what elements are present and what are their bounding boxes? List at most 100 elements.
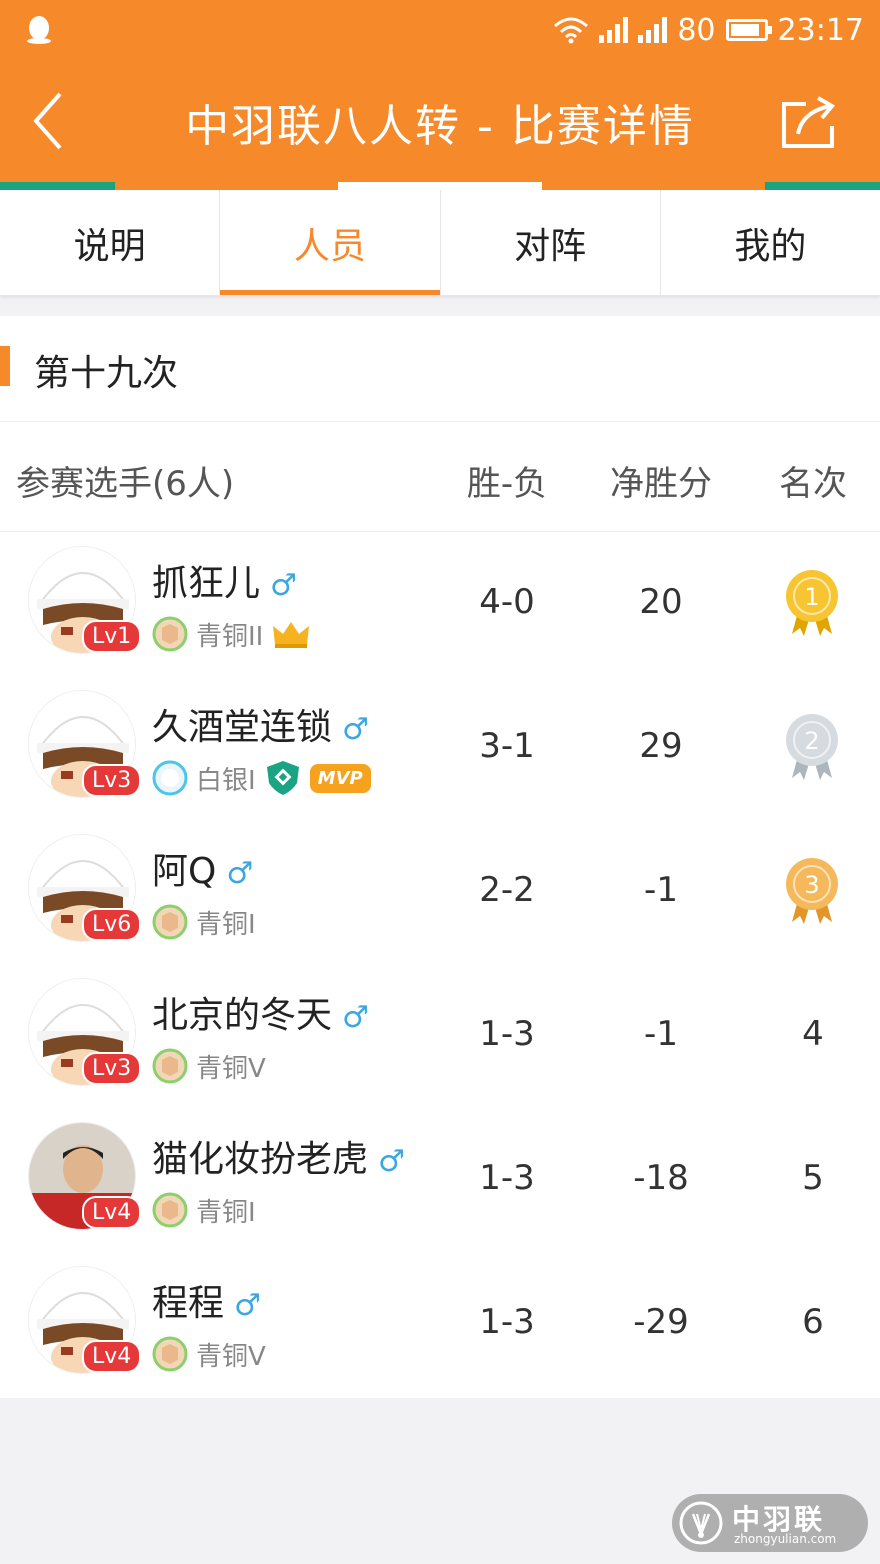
watermark: 中羽联 zhongyulian.com: [672, 1494, 868, 1552]
male-icon: ♂: [378, 1144, 405, 1179]
net-points-value: 20: [639, 582, 683, 622]
table-row[interactable]: Lv1 抓狂儿 ♂ 青铜II 4-0 20 1: [0, 532, 880, 676]
silver-medal-icon: 2: [786, 714, 838, 780]
player-name-block[interactable]: 程程 ♂: [152, 1274, 261, 1326]
status-bar: 80 23:17: [0, 0, 880, 60]
gold-medal-icon: 1: [786, 570, 838, 636]
table-row[interactable]: Lv4 猫化妆扮老虎 ♂ 青铜I 1-3 -18 5: [0, 1108, 880, 1252]
win-loss-value: 4-0: [479, 582, 535, 622]
player-name-block[interactable]: 抓狂儿 ♂: [152, 554, 297, 606]
player-name-block[interactable]: 北京的冬天 ♂: [152, 986, 369, 1038]
clock: 23:17: [777, 12, 864, 48]
battery-icon: [725, 19, 772, 41]
rank-value: 6: [802, 1302, 824, 1342]
mvp-badge: MVP: [309, 763, 371, 793]
net-points-value: 29: [639, 726, 683, 766]
tier-label: 青铜V: [196, 1341, 266, 1372]
table-row[interactable]: Lv4 程程 ♂ 青铜V 1-3 -29 6: [0, 1252, 880, 1396]
player-name-block[interactable]: 猫化妆扮老虎 ♂: [152, 1130, 405, 1182]
level-badge: Lv3: [82, 1052, 142, 1085]
tier-label: 青铜V: [196, 1053, 266, 1084]
signal-icon-1: [599, 17, 629, 43]
win-loss-value: 1-3: [479, 1014, 535, 1054]
tab-matchups[interactable]: 对阵: [441, 190, 661, 295]
tier-line: 青铜II: [152, 614, 311, 654]
header-rank: 名次: [779, 464, 847, 504]
tab-mine[interactable]: 我的: [661, 190, 880, 295]
male-icon: ♂: [342, 1000, 369, 1035]
header-players: 参赛选手(6人): [16, 464, 235, 504]
tier-line: 青铜V: [152, 1334, 266, 1374]
bronze-tier-icon: [152, 1336, 188, 1372]
back-icon[interactable]: [28, 88, 68, 154]
level-badge: Lv4: [82, 1340, 142, 1373]
tab-description[interactable]: 说明: [0, 190, 221, 295]
male-icon: ♂: [226, 856, 254, 891]
tier-line: 白银I MVP: [152, 758, 371, 798]
level-badge: Lv1: [82, 620, 142, 653]
header-bar: 中羽联八人转 - 比赛详情: [0, 60, 880, 182]
level-badge: Lv4: [82, 1196, 142, 1229]
section-title: 第十九次: [34, 353, 179, 394]
win-loss-value: 3-1: [479, 726, 535, 766]
shield-icon: [266, 761, 299, 795]
medal-rank-number: 2: [804, 727, 819, 755]
table-row[interactable]: Lv3 北京的冬天 ♂ 青铜V 1-3 -1 4: [0, 964, 880, 1108]
shuttlecock-logo-icon: [679, 1501, 723, 1545]
tier-label: 青铜I: [196, 909, 256, 940]
win-loss-value: 2-2: [479, 870, 535, 910]
silver-tier-icon: [152, 760, 188, 796]
page-title: 中羽联八人转 - 比赛详情: [185, 101, 695, 152]
net-points-value: -29: [633, 1302, 689, 1342]
male-icon: ♂: [234, 1288, 261, 1323]
signal-icon-2: [638, 17, 668, 43]
medal-rank-number: 1: [804, 583, 819, 611]
rank-value: 5: [802, 1158, 824, 1198]
tier-label: 青铜I: [196, 1197, 256, 1228]
header-win-loss: 胜-负: [466, 464, 548, 504]
rank-value: 4: [802, 1014, 824, 1054]
win-loss-value: 1-3: [479, 1302, 535, 1342]
watermark-url: zhongyulian.com: [734, 1532, 837, 1546]
player-name: 程程: [152, 1283, 225, 1324]
tier-line: 青铜I: [152, 1190, 256, 1230]
crown-icon: [273, 622, 310, 648]
net-points-value: -1: [644, 1014, 678, 1054]
bronze-tier-icon: [152, 904, 188, 940]
share-icon[interactable]: [776, 90, 840, 154]
male-icon: ♂: [270, 568, 297, 603]
win-loss-value: 1-3: [479, 1158, 535, 1198]
level-badge: Lv6: [82, 908, 142, 941]
notification-penguin-icon: [27, 16, 51, 44]
tab-notch: [338, 182, 542, 190]
tab-bar: 说明 人员 对阵 我的: [0, 190, 880, 296]
tier-label: 白银I: [196, 765, 256, 796]
male-icon: ♂: [342, 712, 369, 747]
player-name-block[interactable]: 阿Q ♂: [152, 842, 253, 894]
results-card: 第十九次 参赛选手(6人) 胜-负 净胜分 名次 Lv1 抓狂儿 ♂ 青铜II 4-0 2…: [0, 316, 880, 1398]
bronze-medal-icon: 3: [786, 858, 838, 924]
table-header: 参赛选手(6人) 胜-负 净胜分 名次: [0, 424, 880, 532]
player-name: 久酒堂连锁: [152, 707, 333, 748]
tier-line: 青铜I: [152, 902, 256, 942]
header-net-points: 净胜分: [610, 464, 712, 504]
table-row[interactable]: Lv3 久酒堂连锁 ♂ 白银I MVP 3-1 29 2: [0, 676, 880, 820]
section-accent-bar: [0, 346, 10, 386]
medal-rank-number: 3: [804, 871, 819, 899]
level-badge: Lv3: [82, 764, 142, 797]
battery-level: 80: [677, 12, 716, 48]
table-row[interactable]: Lv6 阿Q ♂ 青铜I 2-2 -1 3: [0, 820, 880, 964]
player-name-block[interactable]: 久酒堂连锁 ♂: [152, 698, 369, 750]
bronze-tier-icon: [152, 616, 188, 652]
bronze-tier-icon: [152, 1048, 188, 1084]
wifi-icon: [554, 17, 589, 44]
player-name: 阿Q: [152, 851, 217, 892]
accent-strip-right: [765, 182, 880, 190]
player-name: 北京的冬天: [152, 995, 333, 1036]
tier-label: 青铜II: [196, 621, 264, 652]
bronze-tier-icon: [152, 1192, 188, 1228]
net-points-value: -1: [644, 870, 678, 910]
accent-strip-left: [0, 182, 115, 190]
tab-players[interactable]: 人员: [220, 190, 441, 295]
section-header: 第十九次: [0, 316, 880, 422]
